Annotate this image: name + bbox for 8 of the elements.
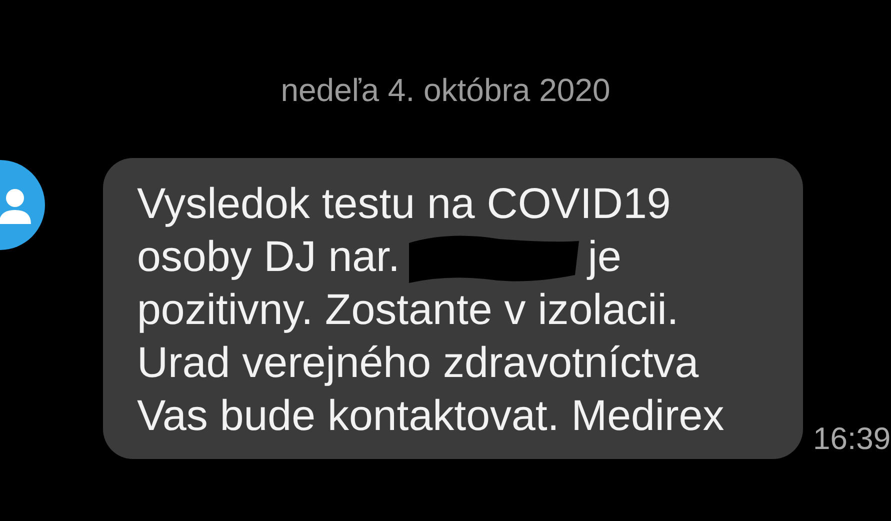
- message-time: 16:39: [813, 421, 891, 457]
- message-text: Urad verejného zdravotníctva: [137, 339, 699, 388]
- message-text: osoby DJ nar.: [137, 233, 400, 282]
- date-header: nedeľa 4. októbra 2020: [280, 71, 610, 109]
- message-text: Vysledok testu na COVID19: [137, 180, 671, 229]
- message-text: pozitivny. Zostante v izolacii.: [137, 286, 679, 335]
- message-text: Vas bude kontaktovat. Medirex: [137, 392, 724, 441]
- message-text: je: [588, 233, 622, 282]
